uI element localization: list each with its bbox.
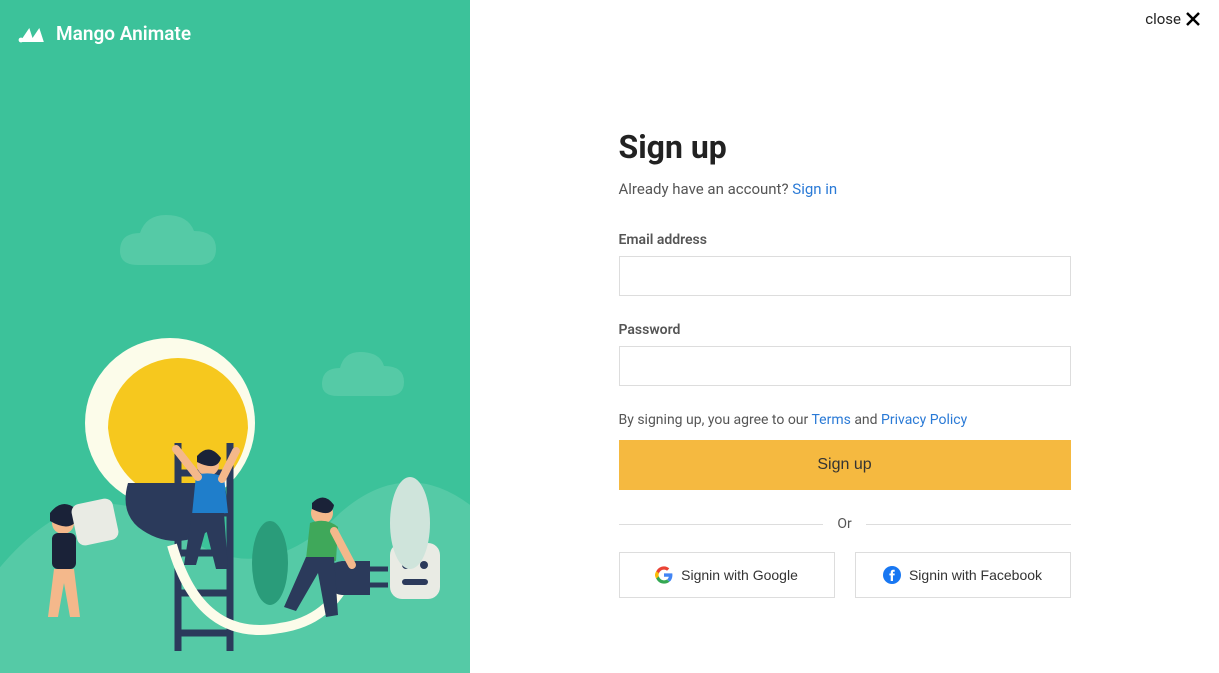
email-group: Email address xyxy=(619,232,1071,296)
facebook-signin-button[interactable]: Signin with Facebook xyxy=(855,552,1071,598)
google-signin-button[interactable]: Signin with Google xyxy=(619,552,835,598)
facebook-icon xyxy=(883,566,901,584)
brand-logo-icon xyxy=(18,24,48,44)
or-divider: Or xyxy=(619,516,1071,532)
terms-link[interactable]: Terms xyxy=(811,412,850,428)
close-label: close xyxy=(1145,10,1181,28)
close-button[interactable]: close xyxy=(1145,10,1201,28)
email-input[interactable] xyxy=(619,256,1071,296)
email-label: Email address xyxy=(619,232,1071,248)
signup-form: Sign up Already have an account? Sign in… xyxy=(619,128,1071,673)
signup-button[interactable]: Sign up xyxy=(619,440,1071,490)
page-title: Sign up xyxy=(619,128,1071,166)
already-account-line: Already have an account? Sign in xyxy=(619,180,1071,198)
signup-panel: close Sign up Already have an account? S… xyxy=(470,0,1219,673)
google-label: Signin with Google xyxy=(681,567,798,583)
social-row: Signin with Google Signin with Facebook xyxy=(619,552,1071,598)
illustration-panel: Mango Animate xyxy=(0,0,470,673)
brand: Mango Animate xyxy=(18,22,191,45)
password-group: Password xyxy=(619,322,1071,386)
brand-name: Mango Animate xyxy=(56,22,191,45)
facebook-label: Signin with Facebook xyxy=(909,567,1042,583)
hero-illustration xyxy=(0,173,470,673)
agree-line: By signing up, you agree to our Terms an… xyxy=(619,412,1071,428)
password-input[interactable] xyxy=(619,346,1071,386)
signin-link[interactable]: Sign in xyxy=(792,180,837,198)
google-icon xyxy=(655,566,673,584)
privacy-link[interactable]: Privacy Policy xyxy=(881,412,967,428)
close-icon xyxy=(1185,11,1201,27)
password-label: Password xyxy=(619,322,1071,338)
